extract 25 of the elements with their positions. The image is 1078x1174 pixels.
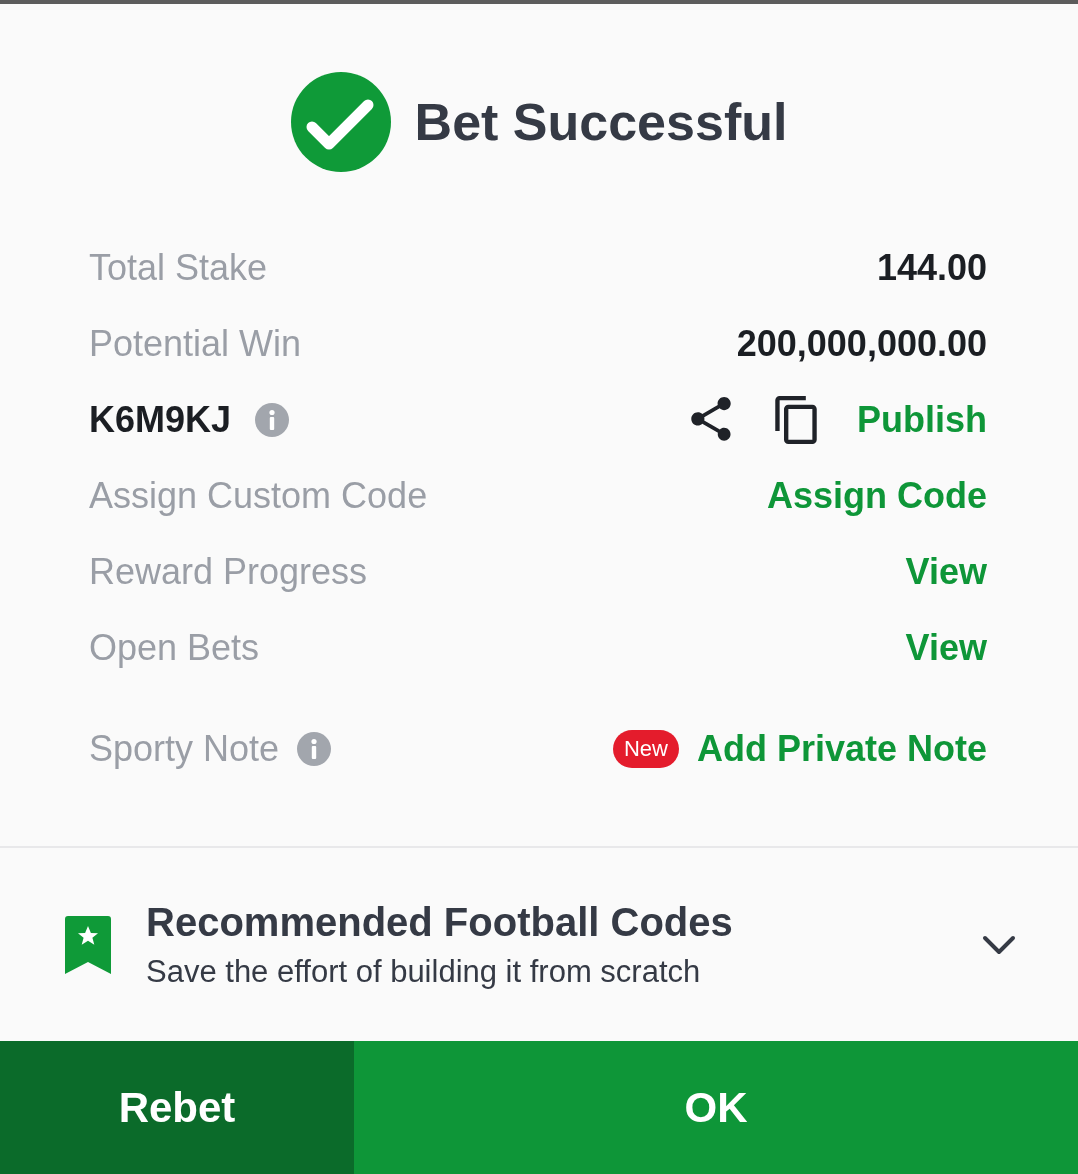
copy-icon[interactable] xyxy=(775,396,817,444)
row-value: 144.00 xyxy=(876,246,987,290)
row-label: Assign Custom Code xyxy=(89,474,428,518)
new-badge: New xyxy=(612,730,679,768)
section-subtitle: Save the effort of building it from scratch xyxy=(146,953,702,992)
row-value: 200,000,000.00 xyxy=(736,322,987,366)
add-note-link[interactable]: Add Private Note xyxy=(696,722,987,776)
ok-button[interactable]: OK xyxy=(354,1041,1078,1174)
bookmark-star-icon xyxy=(65,915,111,974)
action-link[interactable]: View xyxy=(905,545,987,599)
action-link[interactable]: Assign Code xyxy=(766,469,987,523)
row-label: Sporty Note xyxy=(89,727,280,771)
check-circle-icon xyxy=(290,72,391,172)
row-label: Total Stake xyxy=(89,246,268,290)
rebet-button[interactable]: Rebet xyxy=(0,1041,354,1174)
publish-link[interactable]: Publish xyxy=(857,393,987,447)
success-title: Bet Successful xyxy=(414,92,788,153)
chevron-icon[interactable] xyxy=(982,934,1016,955)
row-label: Open Bets xyxy=(89,626,260,670)
share-icon[interactable] xyxy=(691,397,731,443)
row-label: Potential Win xyxy=(89,322,302,366)
section-title: Recommended Football Codes xyxy=(146,899,734,947)
action-link[interactable]: View xyxy=(905,621,987,675)
booking-code: K6M9KJ xyxy=(89,398,232,442)
row-label: Reward Progress xyxy=(89,550,368,594)
